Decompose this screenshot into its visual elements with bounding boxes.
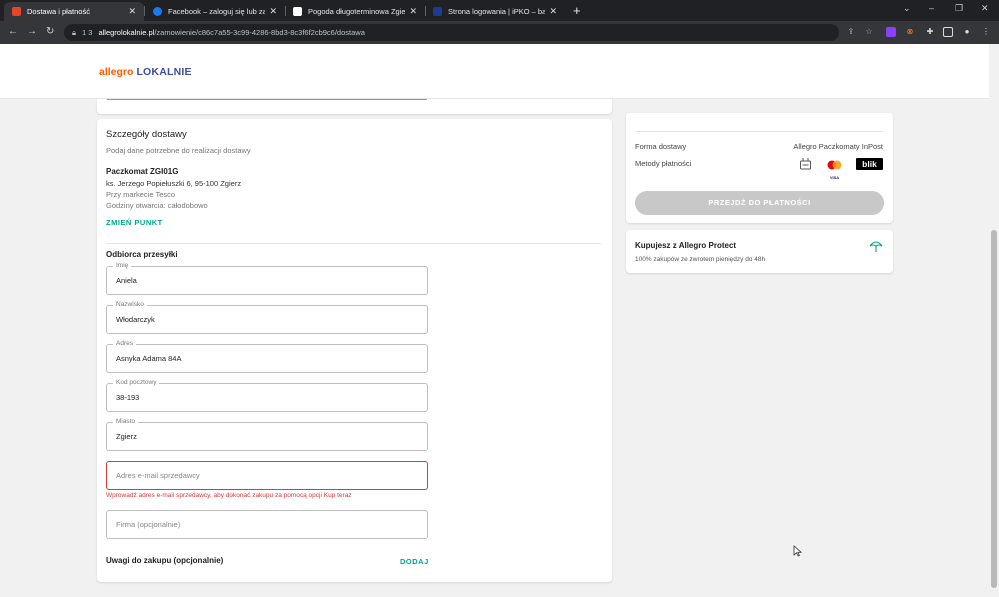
close-tab-icon[interactable]: ✕	[269, 6, 277, 17]
mouse-cursor-icon	[793, 544, 803, 562]
proceed-to-payment-button[interactable]: PRZEJDŹ DO PŁATNOŚCI	[635, 191, 884, 215]
browser-tab-bar: Dostawa i płatność ✕ Facebook – zaloguj …	[0, 0, 999, 21]
maximize-icon[interactable]: ❐	[955, 3, 963, 14]
logo-text-lokalnie: LOKALNIE	[136, 66, 192, 78]
tab-ipko[interactable]: Strona logowania | iPKO – bankowość ✕	[425, 2, 565, 21]
protect-title: Kupujesz z Allegro Protect	[635, 241, 737, 250]
pko-favicon-icon	[433, 7, 442, 16]
new-tab-button[interactable]: +	[573, 3, 581, 18]
last-name-label: Nazwisko	[113, 300, 147, 309]
postal-code-label: Kod pocztowy	[113, 378, 160, 387]
site-header: allegro LOKALNIE	[0, 44, 989, 99]
order-summary-card: Forma dostawy Allegro Paczkomaty InPost …	[626, 113, 893, 223]
section-divider	[106, 243, 601, 244]
page-scrollbar[interactable]	[989, 44, 999, 597]
scrollbar-thumb[interactable]	[991, 230, 997, 588]
close-window-icon[interactable]: ✕	[981, 3, 989, 14]
pickup-point-address: ks. Jerzego Popiełuszki 6, 95-100 Zgierz	[106, 179, 242, 188]
pickup-point-name: Paczkomat ZGI01G	[106, 167, 179, 176]
delivery-subtitle: Podaj dane potrzebne do realizacji dosta…	[106, 146, 251, 155]
postal-code-field[interactable]: Kod pocztowy 38-193	[106, 378, 428, 412]
recipient-title: Odbiorca przesyłki	[106, 250, 178, 259]
lock-icon: 🔒︎	[72, 27, 76, 37]
delivery-title: Szczegóły dostawy	[106, 129, 187, 140]
pickup-point-hours: Godziny otwarcia: całodobowo	[106, 201, 208, 210]
delivery-details-card: Szczegóły dostawy Podaj dane potrzebne d…	[97, 119, 612, 582]
blik-icon: blik	[856, 158, 883, 170]
reload-icon[interactable]: ↻	[46, 26, 54, 37]
summary-divider	[636, 131, 883, 132]
facebook-favicon-icon	[153, 7, 162, 16]
protect-subtitle: 100% zakupów ze zwrotem pieniędzy do 48h	[635, 256, 766, 263]
extension-icon[interactable]	[886, 27, 896, 37]
tab-facebook[interactable]: Facebook – zaloguj się lub zarejestruj ✕	[145, 2, 285, 21]
first-name-field[interactable]: Imię Aniela	[106, 261, 428, 295]
tab-title: Pogoda długoterminowa Zgierz	[308, 7, 406, 16]
address-value: Asnyka Adama 84A	[116, 354, 182, 363]
postal-code-value: 38-193	[116, 393, 140, 402]
seller-email-field[interactable]: Adres e-mail sprzedawcy	[106, 461, 428, 490]
logo-text-allegro: allegro	[99, 66, 134, 78]
close-tab-icon[interactable]: ✕	[549, 6, 557, 17]
close-tab-icon[interactable]: ✕	[409, 6, 417, 17]
first-name-label: Imię	[113, 261, 132, 270]
tab-search-icon[interactable]: ⌄	[903, 3, 911, 14]
extensions-puzzle-icon[interactable]: ✚	[925, 27, 935, 37]
first-name-value: Aniela	[116, 276, 137, 285]
delivery-method-value: Allegro Paczkomaty InPost	[793, 142, 883, 151]
allegro-protect-card: Kupujesz z Allegro Protect 100% zakupów …	[626, 230, 893, 273]
url-host: allegrolokalnie.pl	[98, 28, 155, 37]
visa-label: VISA	[829, 175, 840, 180]
tab-weather[interactable]: Pogoda długoterminowa Zgierz ✕	[285, 2, 425, 21]
url-prefix: 1 3	[82, 28, 93, 37]
address-field[interactable]: Adres Asnyka Adama 84A	[106, 339, 428, 373]
company-field[interactable]: Firma (opcjonalnie)	[106, 510, 428, 539]
change-point-link[interactable]: ZMIEŃ PUNKT	[106, 218, 163, 227]
city-label: Miasto	[113, 417, 139, 426]
back-icon[interactable]: ←	[8, 26, 18, 37]
mastercard-icon: VISA	[826, 157, 843, 180]
allegro-favicon-icon	[12, 7, 21, 16]
address-bar[interactable]: 🔒︎ 1 3 allegrolokalnie.pl /zamowienie/c8…	[64, 24, 839, 41]
close-tab-icon[interactable]: ✕	[128, 6, 136, 17]
tab-title: Dostawa i płatność	[27, 7, 90, 16]
weather-favicon-icon	[293, 7, 302, 16]
company-placeholder: Firma (opcjonalnie)	[116, 520, 181, 529]
tab-title: Strona logowania | iPKO – bankowość	[448, 7, 546, 16]
seller-email-error: Wprowadź adres e-mail sprzedawcy, aby do…	[106, 492, 352, 499]
tab-delivery[interactable]: Dostawa i płatność ✕	[4, 2, 144, 21]
url-path: /zamowienie/c86c7a55-3c99-4286-8bd3-8c3f…	[154, 28, 365, 37]
umbrella-icon	[868, 238, 884, 254]
forward-icon[interactable]: →	[27, 26, 37, 37]
bookmark-star-icon[interactable]: ☆	[864, 27, 874, 37]
city-value: Zgierz	[116, 432, 137, 441]
menu-kebab-icon[interactable]: ⋮	[981, 27, 991, 37]
previous-section-card	[97, 99, 612, 114]
pickup-point-location: Przy markecie Tesco	[106, 190, 176, 199]
last-name-value: Włodarczyk	[116, 315, 155, 324]
wallet-icon	[799, 157, 812, 170]
address-label: Adres	[113, 339, 136, 348]
purchase-notes-label: Uwagi do zakupu (opcjonalnie)	[106, 556, 224, 565]
last-name-field[interactable]: Nazwisko Włodarczyk	[106, 300, 428, 334]
tab-title: Facebook – zaloguj się lub zarejestruj	[168, 7, 266, 16]
city-field[interactable]: Miasto Zgierz	[106, 417, 428, 451]
browser-toolbar: ← → ↻ 🔒︎ 1 3 allegrolokalnie.pl /zamowie…	[0, 21, 999, 44]
seller-email-placeholder: Adres e-mail sprzedawcy	[116, 471, 200, 480]
payment-methods-label: Metody płatności	[635, 159, 692, 168]
extension-icon[interactable]: ⊗	[905, 27, 915, 37]
share-icon[interactable]: ⇪	[846, 27, 856, 37]
profile-icon[interactable]: ●	[962, 27, 972, 37]
allegro-lokalnie-logo[interactable]: allegro LOKALNIE	[99, 66, 192, 78]
side-panel-icon[interactable]	[943, 27, 953, 37]
add-notes-link[interactable]: DODAJ	[400, 557, 429, 566]
minimize-icon[interactable]: –	[929, 3, 934, 13]
delivery-method-label: Forma dostawy	[635, 142, 687, 151]
field-border-partial	[107, 99, 427, 100]
